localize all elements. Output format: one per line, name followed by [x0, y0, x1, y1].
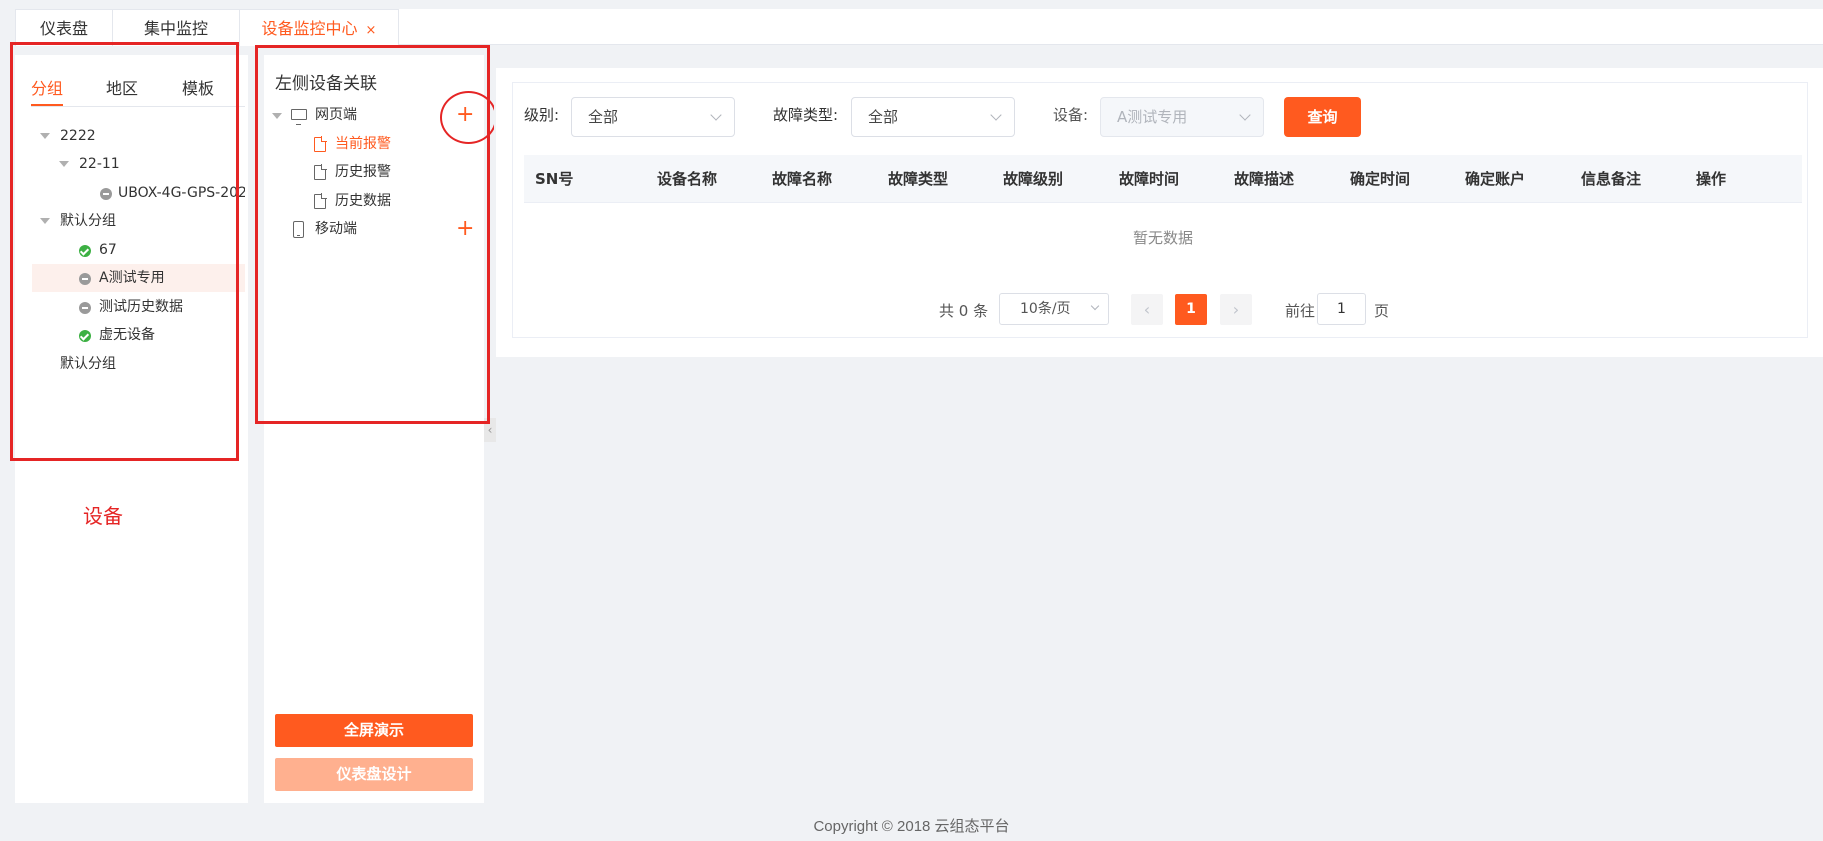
relation-panel: 左侧设备关联 网页端 + 当前报警 历史报警 历史数据 移动端 + 全屏演示 仪…: [264, 55, 484, 803]
tree-node-label: 测试历史数据: [99, 299, 183, 315]
tree-node-label: 2222: [60, 128, 96, 144]
online-status-icon: [79, 245, 91, 257]
page-size-value: 10条/页: [1020, 301, 1071, 317]
column-header: 信息备注: [1581, 170, 1642, 188]
column-header: 操作: [1696, 170, 1727, 188]
group-panel: 分组 地区 模板 2222 22-11 UBOX-4G-GPS-202 默认分组…: [15, 55, 248, 803]
tab-region[interactable]: 地区: [106, 75, 138, 99]
monitor-icon: [291, 109, 307, 125]
tree-node-label: 默认分组: [60, 356, 116, 372]
file-icon: [314, 164, 327, 180]
tree-node-label: 67: [99, 242, 117, 258]
relation-node-current-alarm[interactable]: 当前报警: [335, 134, 391, 154]
goto-page-input[interactable]: 1: [1317, 293, 1366, 325]
tree-node-default-group[interactable]: 默认分组: [32, 207, 245, 235]
tree-node-default-group-2[interactable]: 默认分组: [32, 350, 245, 378]
copyright-footer: Copyright © 2018 云组态平台: [813, 818, 1010, 835]
relation-panel-title: 左侧设备关联: [275, 74, 377, 94]
tree-node-label: 默认分组: [60, 213, 116, 229]
fault-type-select[interactable]: 全部: [851, 97, 1015, 137]
annotation-device-label: 设备: [83, 504, 123, 528]
tab-label: 集中监控: [143, 19, 208, 38]
level-select-value: 全部: [588, 108, 619, 126]
column-header: 故障级别: [1003, 170, 1064, 188]
collapse-panel-handle[interactable]: ‹: [484, 418, 496, 442]
tree-node-67[interactable]: 67: [32, 236, 245, 264]
page-size-select[interactable]: 10条/页: [999, 293, 1109, 325]
tab-central-monitoring[interactable]: 集中监控: [112, 9, 240, 46]
tree-node-label: A测试专用: [99, 270, 165, 286]
column-header: SN号: [535, 170, 574, 188]
close-icon[interactable]: ×: [366, 23, 377, 38]
caret-down-icon[interactable]: [40, 133, 50, 139]
online-status-icon: [79, 330, 91, 342]
chevron-down-icon: [990, 109, 1002, 121]
tree-node-22-11[interactable]: 22-11: [32, 150, 245, 178]
tree-node-a-test[interactable]: A测试专用: [32, 264, 245, 292]
add-web-icon[interactable]: +: [456, 104, 474, 126]
fault-type-select-value: 全部: [868, 108, 899, 126]
tab-label: 设备监控中心: [261, 19, 358, 38]
empty-state-text: 暂无数据: [1133, 229, 1194, 247]
tab-label: 仪表盘: [39, 19, 88, 38]
caret-down-icon[interactable]: [59, 161, 69, 167]
tree-node-2222[interactable]: 2222: [32, 122, 245, 150]
relation-node-mobile[interactable]: 移动端: [315, 219, 357, 239]
level-label: 级别:: [524, 106, 560, 124]
active-tab-indicator: [31, 104, 63, 106]
page-number-current[interactable]: 1: [1175, 294, 1207, 325]
tree-node-label: 虚无设备: [99, 327, 155, 343]
chevron-down-icon: [1239, 109, 1251, 121]
offline-status-icon: [100, 188, 112, 200]
tree-node-label: UBOX-4G-GPS-202: [118, 185, 245, 201]
tree-node-test-history[interactable]: 测试历史数据: [32, 293, 245, 321]
level-select[interactable]: 全部: [571, 97, 735, 137]
group-tabs: 分组 地区 模板: [31, 75, 245, 107]
column-header: 确定账户: [1465, 170, 1526, 188]
column-header: 确定时间: [1350, 170, 1411, 188]
device-select[interactable]: A测试专用: [1100, 97, 1264, 137]
tree-node-label: 22-11: [79, 156, 120, 172]
table-header: SN号 设备名称 故障名称 故障类型 故障级别 故障时间 故障描述 确定时间 确…: [524, 155, 1802, 203]
relation-node-web[interactable]: 网页端: [315, 105, 357, 125]
tab-dashboard[interactable]: 仪表盘: [15, 9, 113, 46]
file-icon: [314, 193, 327, 209]
offline-status-icon: [79, 273, 91, 285]
column-header: 故障时间: [1119, 170, 1180, 188]
fullscreen-demo-button[interactable]: 全屏演示: [275, 714, 473, 747]
column-header: 故障名称: [772, 170, 833, 188]
tab-template[interactable]: 模板: [182, 75, 214, 99]
tree-node-virtual-device[interactable]: 虚无设备: [32, 321, 245, 349]
next-page-button[interactable]: ›: [1220, 294, 1252, 325]
tab-bar: 仪表盘 集中监控 设备监控中心 ×: [15, 9, 1823, 46]
chevron-down-icon: [710, 109, 722, 121]
page-unit-label: 页: [1374, 302, 1390, 320]
dashboard-design-button[interactable]: 仪表盘设计: [275, 758, 473, 791]
relation-node-history-data[interactable]: 历史数据: [335, 191, 391, 211]
file-icon: [314, 136, 327, 152]
fault-type-label: 故障类型:: [773, 106, 839, 124]
prev-page-button[interactable]: ‹: [1131, 294, 1163, 325]
chevron-down-icon: [1090, 301, 1100, 311]
column-header: 故障描述: [1234, 170, 1295, 188]
relation-node-alarm-history[interactable]: 历史报警: [335, 162, 391, 182]
caret-down-icon[interactable]: [272, 113, 282, 119]
pagination-total: 共 0 条: [939, 302, 989, 320]
offline-status-icon: [79, 302, 91, 314]
add-mobile-icon[interactable]: +: [456, 218, 474, 240]
caret-down-icon[interactable]: [40, 218, 50, 224]
query-button[interactable]: 查询: [1284, 97, 1361, 137]
column-header: 设备名称: [657, 170, 718, 188]
tree-node-ubox[interactable]: UBOX-4G-GPS-202: [32, 179, 245, 207]
tab-device-monitoring-center[interactable]: 设备监控中心 ×: [239, 9, 399, 46]
column-header: 故障类型: [888, 170, 949, 188]
device-filter-label: 设备:: [1053, 106, 1089, 124]
tab-group[interactable]: 分组: [31, 75, 63, 99]
device-select-value: A测试专用: [1117, 108, 1188, 126]
goto-label: 前往: [1285, 302, 1316, 320]
mobile-icon: [293, 221, 304, 238]
